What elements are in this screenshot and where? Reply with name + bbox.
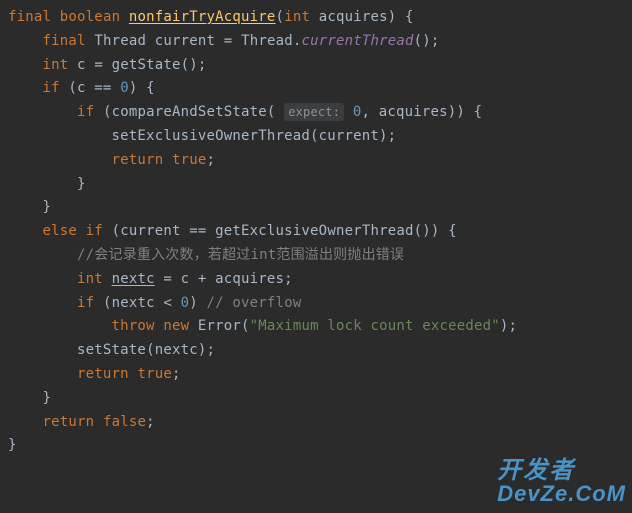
num: 0 — [181, 295, 190, 311]
kw-true: true — [137, 366, 172, 382]
type: Error — [198, 318, 241, 334]
call: compareAndSetState — [112, 104, 267, 120]
kw-else: else — [43, 223, 78, 239]
watermark-line1: 开发者 — [497, 459, 626, 483]
op: = — [94, 57, 103, 73]
call: setState — [77, 342, 146, 358]
kw-int: int — [77, 271, 103, 287]
tail: ()) { — [414, 223, 457, 239]
tail: (current); — [310, 128, 396, 144]
comma: , — [361, 104, 370, 120]
type: Thread — [94, 33, 146, 49]
kw-boolean: boolean — [60, 9, 120, 25]
code-line: setExclusiveOwnerThread(current); — [8, 128, 396, 144]
kw-return: return — [43, 414, 95, 430]
var: nextc — [112, 271, 155, 287]
code-line: setState(nextc); — [8, 342, 215, 358]
static-call: currentThread — [301, 33, 413, 49]
code-line: } — [8, 199, 51, 215]
call: getState — [112, 57, 181, 73]
tail: (); — [414, 33, 440, 49]
tail: (nextc); — [146, 342, 215, 358]
paren: ( — [103, 104, 112, 120]
string: "Maximum lock count exceeded" — [250, 318, 500, 334]
code-line: throw new Error("Maximum lock count exce… — [8, 318, 517, 334]
kw-final: final — [43, 33, 86, 49]
type: Thread — [241, 33, 293, 49]
code-line: if (c == 0) { — [8, 80, 155, 96]
kw-new: new — [163, 318, 189, 334]
kw-if: if — [77, 295, 94, 311]
method-name: nonfairTryAcquire — [129, 9, 276, 25]
var: c — [77, 57, 86, 73]
kw-return: return — [112, 152, 164, 168]
arg: acquires — [379, 104, 448, 120]
param-hint: expect: — [284, 103, 344, 121]
brace: } — [43, 390, 52, 406]
brace: } — [43, 199, 52, 215]
call: getExclusiveOwnerThread — [215, 223, 413, 239]
code-line: int nextc = c + acquires; — [8, 271, 293, 287]
kw-return: return — [77, 366, 129, 382]
code-line: if (nextc < 0) // overflow — [8, 295, 301, 311]
brace: } — [8, 437, 17, 453]
param-name: acquires — [319, 9, 388, 25]
paren: ) — [189, 295, 198, 311]
kw-if: if — [86, 223, 103, 239]
tail: ; — [206, 152, 215, 168]
kw-final: final — [8, 9, 51, 25]
code-line: final Thread current = Thread.currentThr… — [8, 33, 440, 49]
paren: ( — [267, 104, 276, 120]
code-line: if (compareAndSetState( expect: 0, acqui… — [8, 104, 482, 120]
comment: //会记录重入次数，若超过int范围溢出则抛出错误 — [77, 247, 404, 263]
num: 0 — [120, 80, 129, 96]
tail: ; — [146, 414, 155, 430]
code-line: } — [8, 176, 86, 192]
kw-int: int — [43, 57, 69, 73]
code-line: } — [8, 437, 17, 453]
op: = — [224, 33, 233, 49]
brace: } — [77, 176, 86, 192]
kw-if: if — [43, 80, 60, 96]
kw-false: false — [103, 414, 146, 430]
code-line: //会记录重入次数，若超过int范围溢出则抛出错误 — [8, 247, 404, 263]
code-line: } — [8, 390, 51, 406]
call: setExclusiveOwnerThread — [112, 128, 310, 144]
var: current — [155, 33, 215, 49]
kw-if: if — [77, 104, 94, 120]
code-line: else if (current == getExclusiveOwnerThr… — [8, 223, 457, 239]
watermark-line2: DevZe.CoM — [497, 483, 626, 505]
op: = — [163, 271, 172, 287]
watermark: 开发者 DevZe.CoM — [497, 459, 626, 505]
expr: (current == — [112, 223, 207, 239]
kw-throw: throw — [112, 318, 155, 334]
kw-true: true — [172, 152, 207, 168]
code-line: final boolean nonfairTryAcquire(int acqu… — [8, 9, 414, 25]
comment: // overflow — [207, 295, 302, 311]
code-line: return true; — [8, 152, 215, 168]
code-line: int c = getState(); — [8, 57, 207, 73]
tail: ) { — [129, 80, 155, 96]
expr: c + acquires; — [181, 271, 293, 287]
code-line: return false; — [8, 414, 155, 430]
code-line: return true; — [8, 366, 181, 382]
tail: ); — [500, 318, 517, 334]
tail: ; — [172, 366, 181, 382]
expr: (c == — [68, 80, 111, 96]
code-block: final boolean nonfairTryAcquire ( int acqu… — [0, 0, 632, 458]
param-type: int — [284, 9, 310, 25]
tail: )) { — [448, 104, 483, 120]
expr: (nextc < — [103, 295, 172, 311]
tail: (); — [181, 57, 207, 73]
